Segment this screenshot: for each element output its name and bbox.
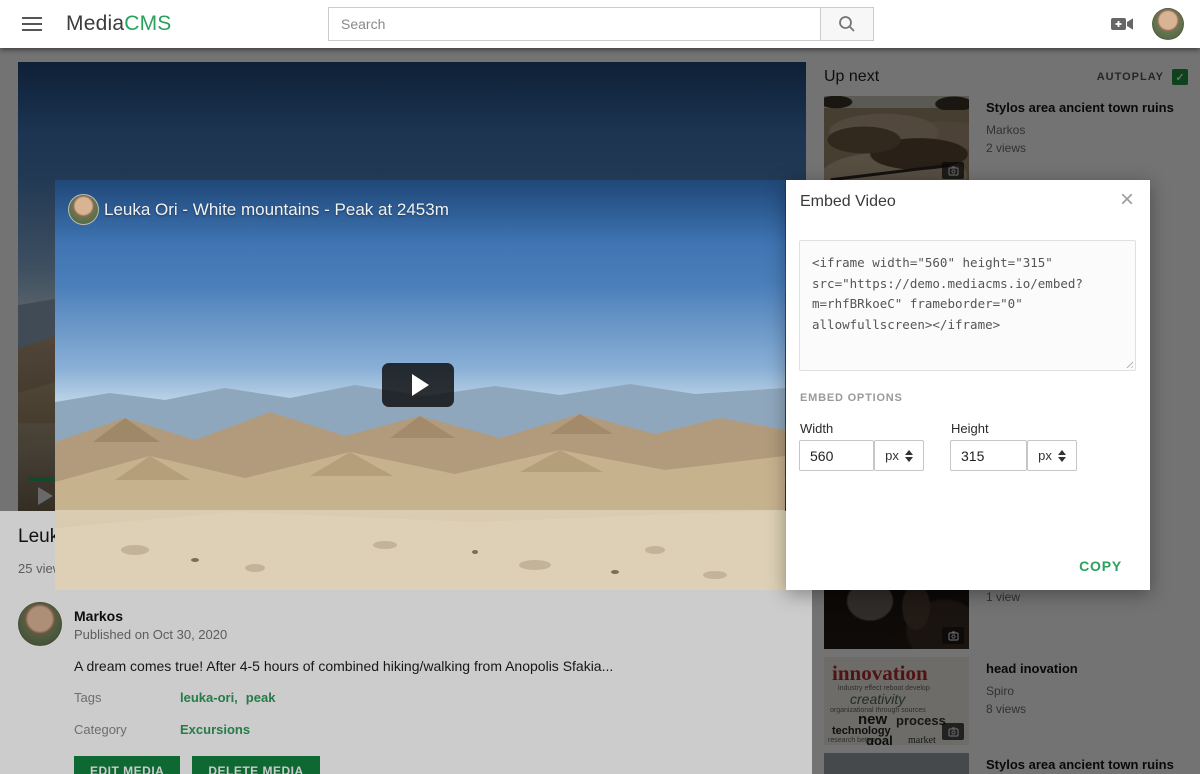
upload-media-icon[interactable] — [1110, 15, 1134, 33]
embed-options-label: EMBED OPTIONS — [800, 392, 903, 404]
width-input[interactable] — [799, 440, 874, 471]
close-icon[interactable]: × — [1120, 186, 1134, 214]
embed-video-modal: Embed Video × <iframe width="560" height… — [786, 180, 1150, 590]
author-name[interactable]: Markos — [74, 608, 123, 624]
width-unit-select[interactable]: px — [874, 440, 924, 471]
delete-media-button[interactable]: DELETE MEDIA — [192, 756, 319, 774]
search-input[interactable] — [328, 7, 820, 41]
resize-handle[interactable] — [1124, 359, 1133, 368]
embed-code-textarea[interactable]: <iframe width="560" height="315" src="ht… — [799, 240, 1136, 371]
channel-avatar[interactable] — [68, 194, 99, 225]
select-arrows-icon — [905, 450, 913, 462]
select-arrows-icon — [1058, 450, 1066, 462]
media-description: A dream comes true! After 4-5 hours of c… — [74, 658, 613, 674]
author-avatar[interactable] — [18, 602, 62, 646]
play-button[interactable] — [382, 363, 454, 407]
height-input[interactable] — [950, 440, 1027, 471]
tag-link-leuka-ori[interactable]: leuka-ori, — [180, 690, 238, 705]
published-date: Published on Oct 30, 2020 — [74, 627, 227, 642]
search-button[interactable] — [820, 7, 874, 41]
tags-links: leuka-ori, peak — [180, 690, 283, 705]
modal-title: Embed Video — [800, 193, 896, 211]
copy-button[interactable]: COPY — [1079, 558, 1122, 574]
video-player[interactable]: Leuka Ori - White mountains - Peak at 24… — [55, 180, 785, 590]
menu-icon[interactable] — [12, 8, 52, 40]
user-avatar[interactable] — [1152, 8, 1184, 40]
category-links: Excursions — [180, 722, 258, 737]
top-navbar: MediaCMS — [0, 0, 1200, 48]
tag-link-peak[interactable]: peak — [246, 690, 276, 705]
height-unit-select[interactable]: px — [1027, 440, 1077, 471]
play-icon — [412, 374, 429, 396]
logo-cms-text: CMS — [124, 12, 171, 35]
category-label: Category — [74, 722, 127, 737]
height-label: Height — [951, 421, 989, 436]
category-link-excursions[interactable]: Excursions — [180, 722, 250, 737]
tags-label: Tags — [74, 690, 101, 705]
height-unit-value: px — [1038, 448, 1052, 463]
logo[interactable]: MediaCMS — [66, 12, 171, 36]
edit-media-button[interactable]: EDIT MEDIA — [74, 756, 180, 774]
video-overlay-title: Leuka Ori - White mountains - Peak at 24… — [104, 200, 449, 220]
width-label: Width — [800, 421, 833, 436]
logo-media-text: Media — [66, 12, 124, 35]
width-unit-value: px — [885, 448, 899, 463]
search-icon — [837, 14, 857, 34]
